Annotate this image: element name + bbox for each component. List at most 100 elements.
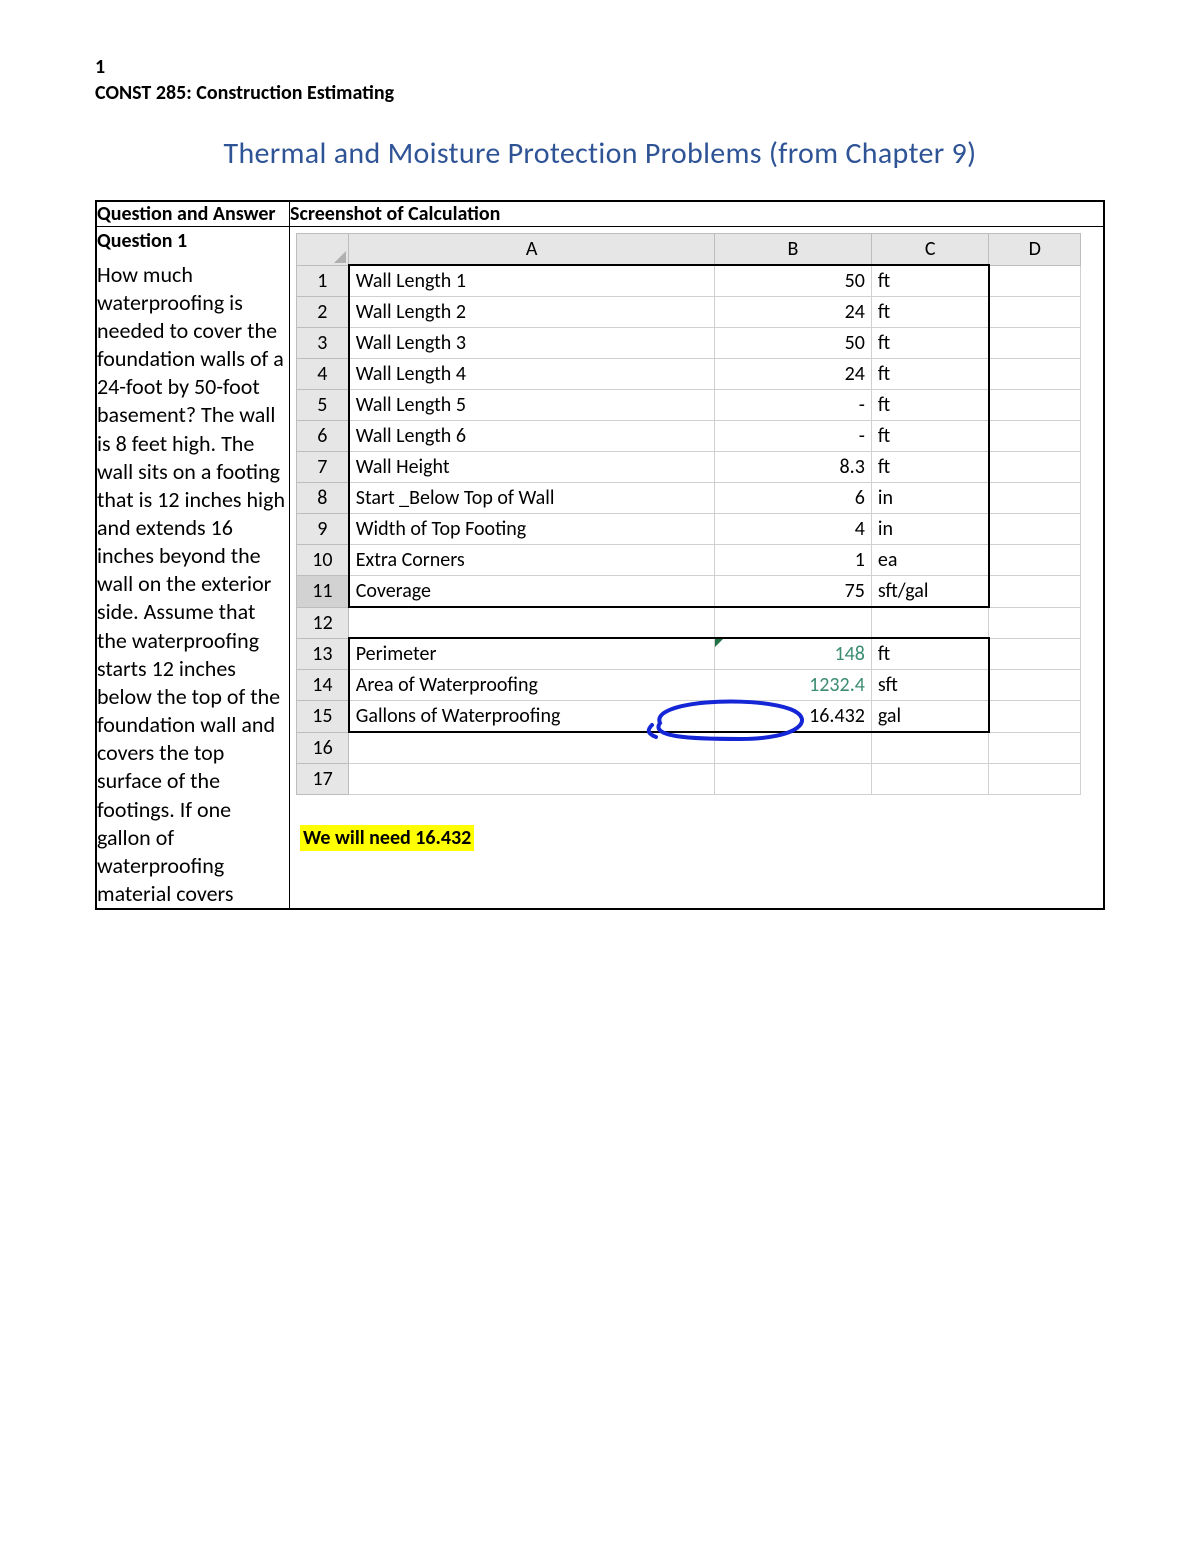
cell[interactable] bbox=[989, 701, 1081, 733]
row-header[interactable]: 7 bbox=[297, 452, 349, 483]
cell[interactable]: 16.432 bbox=[715, 701, 872, 733]
cell[interactable]: Start _Below Top of Wall bbox=[349, 483, 715, 514]
cell[interactable] bbox=[989, 607, 1081, 638]
page: 1 CONST 285: Construction Estimating The… bbox=[0, 0, 1200, 1553]
cell[interactable]: ft bbox=[871, 452, 989, 483]
row-header[interactable]: 15 bbox=[297, 701, 349, 733]
cell[interactable]: Perimeter bbox=[349, 638, 715, 670]
row-header[interactable]: 5 bbox=[297, 390, 349, 421]
cell[interactable]: 8.3 bbox=[715, 452, 872, 483]
row-header[interactable]: 6 bbox=[297, 421, 349, 452]
row-header[interactable]: 8 bbox=[297, 483, 349, 514]
cell[interactable] bbox=[989, 514, 1081, 545]
cell[interactable]: - bbox=[715, 421, 872, 452]
table-row: 2Wall Length 224ft bbox=[297, 297, 1081, 328]
col-header-a[interactable]: A bbox=[349, 234, 715, 266]
highlighted-answer: We will need 16.432 bbox=[300, 825, 474, 851]
cell[interactable]: 1232.4 bbox=[715, 670, 872, 701]
cell[interactable]: Wall Height bbox=[349, 452, 715, 483]
table-row: 13Perimeter148ft bbox=[297, 638, 1081, 670]
row-header[interactable]: 3 bbox=[297, 328, 349, 359]
row-header[interactable]: 10 bbox=[297, 545, 349, 576]
cell[interactable] bbox=[989, 297, 1081, 328]
cell[interactable]: Wall Length 2 bbox=[349, 297, 715, 328]
col-header-d[interactable]: D bbox=[989, 234, 1081, 266]
row-header[interactable]: 4 bbox=[297, 359, 349, 390]
cell[interactable]: in bbox=[871, 514, 989, 545]
cell[interactable] bbox=[871, 763, 989, 794]
cell[interactable]: Area of Waterproofing bbox=[349, 670, 715, 701]
cell[interactable]: ft bbox=[871, 297, 989, 328]
cell[interactable] bbox=[989, 763, 1081, 794]
cell[interactable] bbox=[989, 359, 1081, 390]
cell[interactable]: Gallons of Waterproofing bbox=[349, 701, 715, 733]
cell[interactable]: Coverage bbox=[349, 576, 715, 608]
cell[interactable] bbox=[989, 452, 1081, 483]
cell[interactable]: - bbox=[715, 390, 872, 421]
table-row: 9Width of Top Footing4in bbox=[297, 514, 1081, 545]
cell[interactable] bbox=[989, 390, 1081, 421]
cell[interactable]: gal bbox=[871, 701, 989, 733]
cell[interactable]: ft bbox=[871, 421, 989, 452]
cell[interactable] bbox=[989, 732, 1081, 763]
cell[interactable] bbox=[989, 545, 1081, 576]
cell[interactable] bbox=[989, 265, 1081, 297]
cell[interactable]: Wall Length 5 bbox=[349, 390, 715, 421]
table-row: 6Wall Length 6-ft bbox=[297, 421, 1081, 452]
cell[interactable]: 24 bbox=[715, 359, 872, 390]
cell[interactable]: Wall Length 4 bbox=[349, 359, 715, 390]
cell[interactable] bbox=[989, 483, 1081, 514]
cell[interactable] bbox=[989, 576, 1081, 608]
cell[interactable]: sft bbox=[871, 670, 989, 701]
table-row: 5Wall Length 5-ft bbox=[297, 390, 1081, 421]
cell[interactable]: 1 bbox=[715, 545, 872, 576]
cell[interactable] bbox=[715, 732, 872, 763]
cell[interactable]: 50 bbox=[715, 328, 872, 359]
cell[interactable]: 148 bbox=[715, 638, 872, 670]
cell[interactable]: in bbox=[871, 483, 989, 514]
cell[interactable]: 6 bbox=[715, 483, 872, 514]
cell[interactable]: Width of Top Footing bbox=[349, 514, 715, 545]
row-header[interactable]: 2 bbox=[297, 297, 349, 328]
cell[interactable]: Wall Length 6 bbox=[349, 421, 715, 452]
cell[interactable]: Wall Length 3 bbox=[349, 328, 715, 359]
cell[interactable]: 24 bbox=[715, 297, 872, 328]
cell[interactable] bbox=[349, 607, 715, 638]
cell[interactable]: 4 bbox=[715, 514, 872, 545]
cell[interactable] bbox=[349, 732, 715, 763]
row-header[interactable]: 14 bbox=[297, 670, 349, 701]
cell[interactable] bbox=[871, 732, 989, 763]
col-header-c[interactable]: C bbox=[871, 234, 989, 266]
cell[interactable]: ea bbox=[871, 545, 989, 576]
cell[interactable]: ft bbox=[871, 328, 989, 359]
cell[interactable]: Extra Corners bbox=[349, 545, 715, 576]
cell[interactable]: ft bbox=[871, 390, 989, 421]
row-header[interactable]: 9 bbox=[297, 514, 349, 545]
row-header[interactable]: 17 bbox=[297, 763, 349, 794]
select-all-corner[interactable] bbox=[297, 234, 349, 266]
cell[interactable]: 50 bbox=[715, 265, 872, 297]
row-header[interactable]: 12 bbox=[297, 607, 349, 638]
cell[interactable] bbox=[871, 607, 989, 638]
cell[interactable]: ft bbox=[871, 359, 989, 390]
cell[interactable] bbox=[715, 607, 872, 638]
cell[interactable]: sft/gal bbox=[871, 576, 989, 608]
cell[interactable] bbox=[989, 638, 1081, 670]
row-header[interactable]: 1 bbox=[297, 265, 349, 297]
row-header[interactable]: 13 bbox=[297, 638, 349, 670]
row-header[interactable]: 16 bbox=[297, 732, 349, 763]
cell[interactable] bbox=[715, 763, 872, 794]
cell[interactable]: ft bbox=[871, 265, 989, 297]
col-header-b[interactable]: B bbox=[715, 234, 872, 266]
cell[interactable]: 75 bbox=[715, 576, 872, 608]
triangle-icon bbox=[334, 251, 346, 263]
cell[interactable] bbox=[349, 763, 715, 794]
cell[interactable]: ft bbox=[871, 638, 989, 670]
cell[interactable] bbox=[989, 421, 1081, 452]
row-header[interactable]: 11 bbox=[297, 576, 349, 608]
cell[interactable] bbox=[989, 670, 1081, 701]
cell[interactable] bbox=[989, 328, 1081, 359]
table-row: 15Gallons of Waterproofing16.432gal bbox=[297, 701, 1081, 733]
cell[interactable]: Wall Length 1 bbox=[349, 265, 715, 297]
screenshot-cell: A B C D 1Wall Length 150ft2Wall Length 2… bbox=[290, 227, 1105, 910]
